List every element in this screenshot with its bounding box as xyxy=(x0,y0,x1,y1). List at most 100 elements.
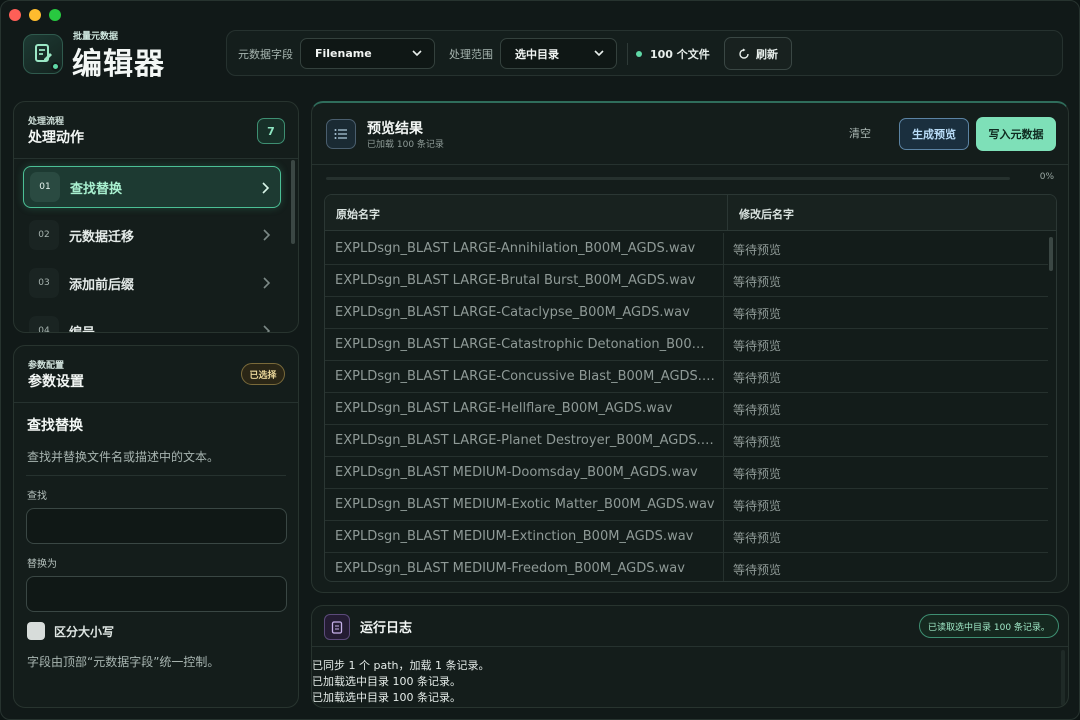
case-sensitive-checkbox[interactable] xyxy=(27,622,45,640)
cell-divider xyxy=(723,329,724,361)
metadata-field-select[interactable]: Filename xyxy=(300,38,435,69)
table-row[interactable]: EXPLDsgn_BLAST LARGE-Hellflare_B00M_AGDS… xyxy=(325,393,1048,425)
cell-divider xyxy=(723,489,724,521)
replace-label: 替换为 xyxy=(27,559,57,570)
column-header-modified: 修改后名字 xyxy=(739,208,794,221)
param-description: 查找并替换文件名或描述中的文本。 xyxy=(27,450,220,464)
progress-bar xyxy=(326,177,1010,180)
actions-count-badge: 7 xyxy=(257,118,285,144)
action-label: 编号 xyxy=(69,325,96,333)
modified-name-cell: 等待预览 xyxy=(733,563,782,577)
field-select-label: 元数据字段 xyxy=(238,48,293,61)
table-row[interactable]: EXPLDsgn_BLAST LARGE-Annihilation_B00M_A… xyxy=(325,233,1048,265)
cell-divider xyxy=(723,265,724,297)
table-row[interactable]: EXPLDsgn_BLAST LARGE-Catastrophic Detona… xyxy=(325,329,1048,361)
table-scrollbar[interactable] xyxy=(1049,237,1053,271)
case-sensitive-row[interactable]: 区分大小写 xyxy=(27,622,114,640)
top-toolbar: 元数据字段 Filename 处理范围 选中目录 100 个文件 刷新 xyxy=(226,30,1063,76)
minimize-window-button[interactable] xyxy=(29,9,41,21)
cell-divider xyxy=(723,425,724,457)
original-name-cell: EXPLDsgn_BLAST LARGE-Brutal Burst_B00M_A… xyxy=(335,273,696,288)
action-item-metadata-migration[interactable]: 02 元数据迁移 xyxy=(23,214,281,256)
metadata-field-value: Filename xyxy=(315,47,372,60)
column-divider xyxy=(727,195,728,231)
param-note: 字段由顶部“元数据字段”统一控制。 xyxy=(27,655,220,669)
action-number: 02 xyxy=(29,220,59,250)
close-window-button[interactable] xyxy=(9,9,21,21)
clear-button[interactable]: 清空 xyxy=(849,125,871,141)
actions-panel-subtitle: 处理流程 xyxy=(28,117,65,127)
log-line: 已同步 1 个 path，加载 1 条记录。 xyxy=(312,659,490,672)
chevron-right-icon xyxy=(263,325,271,332)
chevron-right-icon xyxy=(263,229,271,241)
status-dot xyxy=(636,51,642,57)
cell-divider xyxy=(723,393,724,425)
table-row[interactable]: EXPLDsgn_BLAST LARGE-Planet Destroyer_B0… xyxy=(325,425,1048,457)
original-name-cell: EXPLDsgn_BLAST LARGE-Cataclypse_B00M_AGD… xyxy=(335,305,690,320)
actions-panel-title: 处理动作 xyxy=(28,130,84,146)
modified-name-cell: 等待预览 xyxy=(733,339,782,353)
panel-divider xyxy=(26,475,286,476)
original-name-cell: EXPLDsgn_BLAST LARGE-Planet Destroyer_B0… xyxy=(335,433,715,448)
original-name-cell: EXPLDsgn_BLAST LARGE-Catastrophic Detona… xyxy=(335,337,715,352)
param-action-title: 查找替换 xyxy=(27,418,83,434)
status-dot xyxy=(51,62,60,71)
find-input[interactable] xyxy=(26,508,287,544)
log-title: 运行日志 xyxy=(360,621,413,636)
actions-scrollbar[interactable] xyxy=(291,160,295,244)
modified-name-cell: 等待预览 xyxy=(733,275,782,289)
refresh-label: 刷新 xyxy=(756,47,778,61)
params-panel-subtitle: 参数配置 xyxy=(28,361,65,371)
log-panel: 运行日志 已读取选中目录 100 条记录。 已同步 1 个 path，加载 1 … xyxy=(311,605,1069,708)
scope-select[interactable]: 选中目录 xyxy=(500,38,617,69)
params-panel: 参数配置 参数设置 已选择 查找替换 查找并替换文件名或描述中的文本。 查找 替… xyxy=(13,345,299,708)
cell-divider xyxy=(723,553,724,581)
preview-panel: 预览结果 已加载 100 条记录 清空 生成预览 写入元数据 0% 原始名字 修… xyxy=(311,101,1069,593)
table-row[interactable]: EXPLDsgn_BLAST LARGE-Concussive Blast_B0… xyxy=(325,361,1048,393)
table-row[interactable]: EXPLDsgn_BLAST MEDIUM-Extinction_B00M_AG… xyxy=(325,521,1048,553)
table-row[interactable]: EXPLDsgn_BLAST MEDIUM-Exotic Matter_B00M… xyxy=(325,489,1048,521)
action-item-numbering[interactable]: 04 编号 xyxy=(23,310,281,333)
app-window: 批量元数据 编辑器 元数据字段 Filename 处理范围 选中目录 100 个… xyxy=(0,0,1080,720)
zoom-window-button[interactable] xyxy=(49,9,61,21)
action-item-find-replace[interactable]: 01 查找替换 xyxy=(23,166,281,208)
refresh-button[interactable]: 刷新 xyxy=(724,37,792,70)
edit-document-icon xyxy=(23,34,63,74)
log-line: 已加载选中目录 100 条记录。 xyxy=(312,691,461,704)
table-body[interactable]: EXPLDsgn_BLAST LARGE-Annihilation_B00M_A… xyxy=(325,231,1048,581)
selected-badge: 已选择 xyxy=(241,363,285,385)
action-number: 01 xyxy=(30,172,60,202)
original-name-cell: EXPLDsgn_BLAST MEDIUM-Extinction_B00M_AG… xyxy=(335,529,694,544)
table-row[interactable]: EXPLDsgn_BLAST LARGE-Cataclypse_B00M_AGD… xyxy=(325,297,1048,329)
cell-divider xyxy=(723,457,724,489)
preview-table: 原始名字 修改后名字 EXPLDsgn_BLAST LARGE-Annihila… xyxy=(324,194,1057,582)
refresh-icon xyxy=(739,48,749,59)
case-sensitive-label: 区分大小写 xyxy=(54,624,115,639)
panel-divider xyxy=(312,164,1068,165)
modified-name-cell: 等待预览 xyxy=(733,435,782,449)
cell-divider xyxy=(723,233,724,265)
log-scrollbar[interactable] xyxy=(1061,650,1065,706)
find-label: 查找 xyxy=(27,491,47,502)
original-name-cell: EXPLDsgn_BLAST MEDIUM-Freedom_B00M_AGDS.… xyxy=(335,561,685,576)
file-count: 100 个文件 xyxy=(636,46,710,62)
original-name-cell: EXPLDsgn_BLAST MEDIUM-Exotic Matter_B00M… xyxy=(335,497,715,512)
modified-name-cell: 等待预览 xyxy=(733,531,782,545)
write-metadata-button[interactable]: 写入元数据 xyxy=(976,117,1056,151)
log-output[interactable]: 已同步 1 个 path，加载 1 条记录。 已加载选中目录 100 条记录。 … xyxy=(312,658,490,706)
table-row[interactable]: EXPLDsgn_BLAST MEDIUM-Freedom_B00M_AGDS.… xyxy=(325,553,1048,581)
action-label: 添加前后缀 xyxy=(69,277,135,293)
preview-title: 预览结果 xyxy=(367,121,423,137)
action-item-add-prefix-suffix[interactable]: 03 添加前后缀 xyxy=(23,262,281,304)
table-row[interactable]: EXPLDsgn_BLAST MEDIUM-Doomsday_B00M_AGDS… xyxy=(325,457,1048,489)
action-label: 查找替换 xyxy=(70,181,123,197)
scope-value: 选中目录 xyxy=(515,47,559,61)
table-row[interactable]: EXPLDsgn_BLAST LARGE-Brutal Burst_B00M_A… xyxy=(325,265,1048,297)
preview-subtitle: 已加载 100 条记录 xyxy=(367,140,444,150)
table-header: 原始名字 修改后名字 xyxy=(325,195,1056,231)
log-status-badge: 已读取选中目录 100 条记录。 xyxy=(919,614,1059,638)
modified-name-cell: 等待预览 xyxy=(733,467,782,481)
replace-input[interactable] xyxy=(26,576,287,612)
generate-preview-button[interactable]: 生成预览 xyxy=(899,118,969,150)
cell-divider xyxy=(723,361,724,393)
